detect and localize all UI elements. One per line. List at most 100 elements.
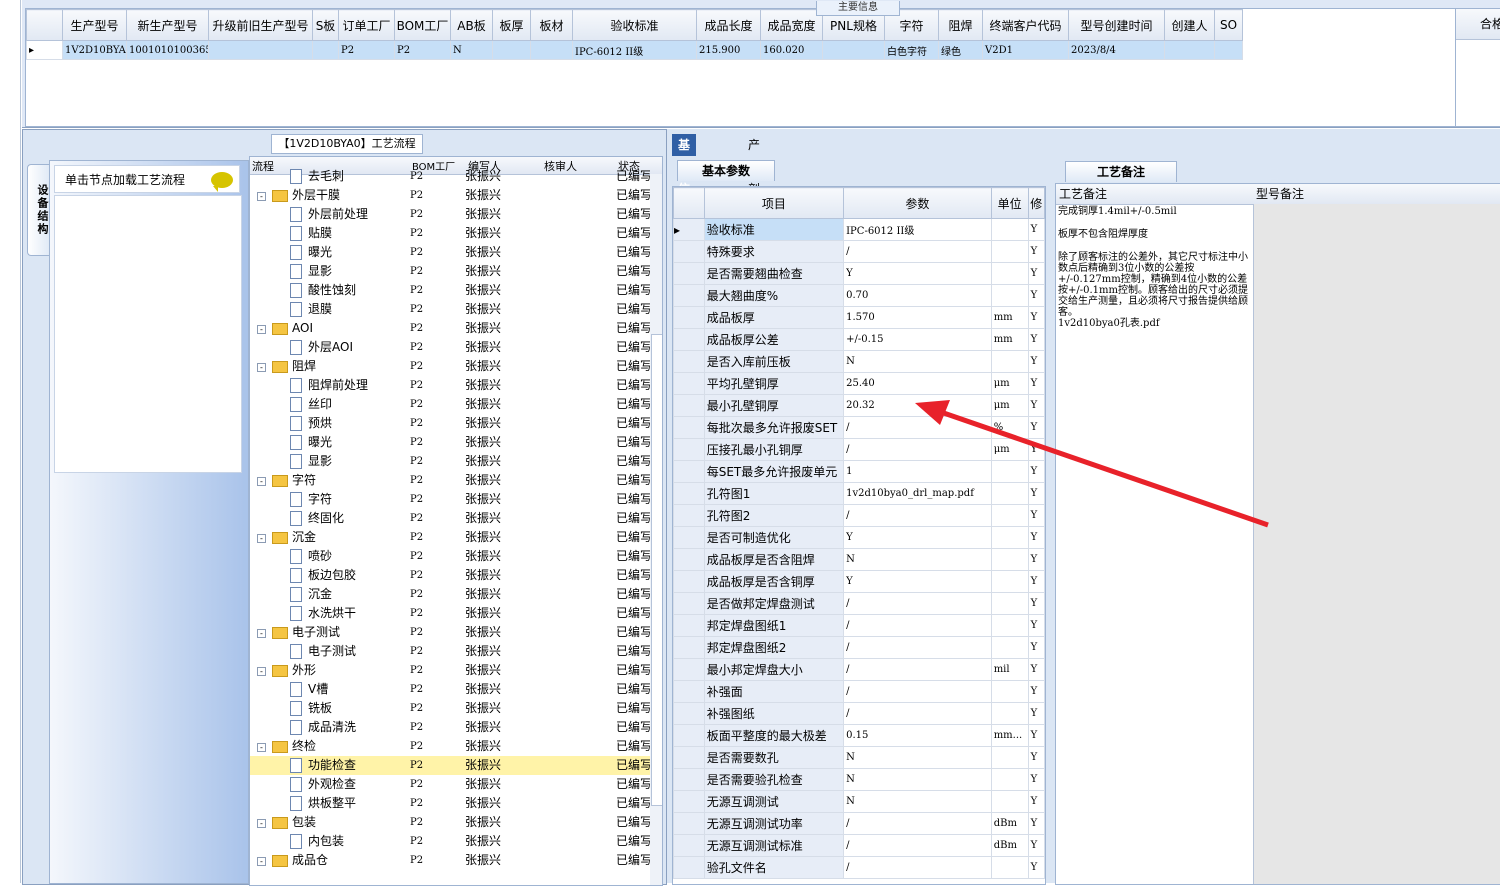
column-header[interactable]: 成品宽度	[760, 9, 823, 41]
column-header[interactable]: 型号创建时间	[1068, 9, 1165, 41]
table-row[interactable]: 孔符图1 1v2d10bya0_drl_map.pdf Y	[673, 482, 1045, 505]
param-value[interactable]: /	[843, 636, 992, 659]
tree-scrollbar[interactable]	[650, 174, 662, 885]
param-value[interactable]: /	[843, 856, 992, 879]
param-value[interactable]: Y	[843, 570, 992, 593]
param-value[interactable]: N	[843, 746, 992, 769]
table-row[interactable]: 压接孔最小孔铜厚 / μm Y	[673, 438, 1045, 461]
table-row[interactable]: 补强面 / Y	[673, 680, 1045, 703]
collapse-icon[interactable]: -	[257, 325, 266, 334]
table-row[interactable]: 板面平整度的最大极差 0.15 mm... Y	[673, 724, 1045, 747]
column-header[interactable]: SO	[1214, 9, 1243, 41]
collapse-icon[interactable]: -	[257, 363, 266, 372]
table-cell[interactable]	[208, 40, 313, 60]
table-row[interactable]: 是否需要数孔 N Y	[673, 746, 1045, 769]
param-value[interactable]: /	[843, 834, 992, 857]
craft-notes-text[interactable]: 完成铜厚1.4mil+/-0.5mil 板厚不包含阻焊厚度 除了顾客标注的公差外…	[1056, 204, 1254, 884]
collapse-icon[interactable]: -	[257, 667, 266, 676]
param-value[interactable]: 1v2d10bya0_drl_map.pdf	[843, 482, 992, 505]
tree-row[interactable]: 板边包胶 P2 张振兴 已编写	[250, 566, 650, 585]
table-row[interactable]: 最大翘曲度% 0.70 Y	[673, 284, 1045, 307]
tree-row[interactable]: 成品清洗 P2 张振兴 已编写	[250, 718, 650, 737]
table-row[interactable]: 特殊要求 / Y	[673, 240, 1045, 263]
tree-row[interactable]: - 成品仓 P2 张振兴 已编写	[250, 851, 650, 870]
table-row[interactable]: ▸ 验收标准 IPC-6012 II级 Y	[673, 218, 1045, 241]
param-value[interactable]: 0.15	[843, 724, 992, 747]
tree-row[interactable]: 功能检查 P2 张振兴 已编写	[250, 756, 650, 775]
table-cell[interactable]	[1214, 40, 1243, 60]
param-value[interactable]: /	[843, 592, 992, 615]
collapse-icon[interactable]: -	[257, 477, 266, 486]
column-header[interactable]: 阻焊	[938, 9, 983, 41]
table-row[interactable]: 是否入库前压板 N Y	[673, 350, 1045, 373]
load-process-button[interactable]: 单击节点加载工艺流程	[54, 165, 240, 193]
table-cell[interactable]: N	[450, 40, 493, 60]
tree-row[interactable]: V槽 P2 张振兴 已编写	[250, 680, 650, 699]
column-header[interactable]: 终端客户代码	[982, 9, 1069, 41]
collapse-icon[interactable]: -	[257, 192, 266, 201]
table-cell[interactable]: 160.020	[760, 40, 823, 60]
tree-row[interactable]: - 阻焊 P2 张振兴 已编写	[250, 357, 650, 376]
tree-row[interactable]: 退膜 P2 张振兴 已编写	[250, 300, 650, 319]
column-header[interactable]: 创建人	[1164, 9, 1215, 41]
table-cell[interactable]	[1164, 40, 1215, 60]
tree-row[interactable]: 显影 P2 张振兴 已编写	[250, 452, 650, 471]
param-value[interactable]: 25.40	[843, 372, 992, 395]
tree-row[interactable]: 曝光 P2 张振兴 已编写	[250, 243, 650, 262]
tree-row[interactable]: 外观检查 P2 张振兴 已编写	[250, 775, 650, 794]
table-row[interactable]: 无源互调测试 N Y	[673, 790, 1045, 813]
table-row[interactable]: 每批次最多允许报废SET /% Y	[673, 416, 1045, 439]
tree-row[interactable]: 预烘 P2 张振兴 已编写	[250, 414, 650, 433]
param-value[interactable]: IPC-6012 II级	[843, 218, 992, 241]
param-value[interactable]: /	[843, 812, 992, 835]
column-header[interactable]: 新生产型号	[126, 9, 209, 41]
param-value[interactable]: /	[843, 240, 992, 263]
table-row[interactable]: 最小孔壁铜厚 20.32 μm Y	[673, 394, 1045, 417]
table-cell[interactable]: 1V2D10BYA0	[62, 40, 127, 60]
tree-row[interactable]: 酸性蚀刻 P2 张振兴 已编写	[250, 281, 650, 300]
process-tree[interactable]: 流程 BOM工厂 编写人 核审人 状态 去毛刺 P2 张振兴 已编写 - 外层干膜 P2 张振…	[249, 156, 663, 886]
tree-row[interactable]: 阻焊前处理 P2 张振兴 已编写	[250, 376, 650, 395]
tree-row[interactable]: 终固化 P2 张振兴 已编写	[250, 509, 650, 528]
table-row[interactable]: 成品板厚 1.570 mm Y	[673, 306, 1045, 329]
params-col-unit[interactable]: 单位	[990, 187, 1029, 219]
tree-row[interactable]: 曝光 P2 张振兴 已编写	[250, 433, 650, 452]
params-col-value[interactable]: 参数	[843, 187, 992, 219]
param-value[interactable]: /	[843, 680, 992, 703]
param-value[interactable]: N	[843, 790, 992, 813]
table-row[interactable]: 成品板厚是否含阻焊 N Y	[673, 548, 1045, 571]
table-cell[interactable]: IPC-6012 II级	[572, 40, 697, 60]
tree-row[interactable]: 喷砂 P2 张振兴 已编写	[250, 547, 650, 566]
param-value[interactable]: N	[843, 350, 992, 373]
param-value[interactable]: Y	[843, 262, 992, 285]
tree-row[interactable]: 外层前处理 P2 张振兴 已编写	[250, 205, 650, 224]
tree-row[interactable]: 内包装 P2 张振兴 已编写	[250, 832, 650, 851]
param-value[interactable]: Y	[843, 526, 992, 549]
table-row[interactable]: 成品板厚是否含铜厚 Y Y	[673, 570, 1045, 593]
table-cell[interactable]	[492, 40, 531, 60]
column-header[interactable]: AB板	[450, 9, 493, 41]
param-value[interactable]: +/-0.15	[843, 328, 992, 351]
column-header[interactable]: 生产型号	[62, 9, 127, 41]
tree-row[interactable]: 外层AOI P2 张振兴 已编写	[250, 338, 650, 357]
craft-notes-tab[interactable]: 工艺备注	[1065, 161, 1177, 182]
tree-scroll-thumb[interactable]	[651, 334, 662, 806]
param-value[interactable]: /	[843, 416, 992, 439]
tree-row[interactable]: 贴膜 P2 张振兴 已编写	[250, 224, 650, 243]
param-value[interactable]: 1.570	[843, 306, 992, 329]
table-row[interactable]: 邦定焊盘图纸1/ Y	[673, 614, 1045, 637]
column-header[interactable]: 板厚	[492, 9, 531, 41]
table-row[interactable]: 邦定焊盘图纸2/ Y	[673, 636, 1045, 659]
table-row[interactable]: 是否需要翘曲检查 Y Y	[673, 262, 1045, 285]
tree-row[interactable]: - 沉金 P2 张振兴 已编写	[250, 528, 650, 547]
tree-row[interactable]: - 包装 P2 张振兴 已编写	[250, 813, 650, 832]
collapse-icon[interactable]: -	[257, 629, 266, 638]
param-value[interactable]: N	[843, 548, 992, 571]
table-row[interactable]: 平均孔壁铜厚 25.40 μm Y	[673, 372, 1045, 395]
table-row[interactable]: 无源互调测试功率 / dBm Y	[673, 812, 1045, 835]
tree-row[interactable]: 铣板 P2 张振兴 已编写	[250, 699, 650, 718]
table-row[interactable]: 是否做邦定焊盘测试 / Y	[673, 592, 1045, 615]
column-header[interactable]: 成品长度	[696, 9, 761, 41]
table-cell[interactable]: P2	[338, 40, 395, 60]
param-value[interactable]: /	[843, 658, 992, 681]
